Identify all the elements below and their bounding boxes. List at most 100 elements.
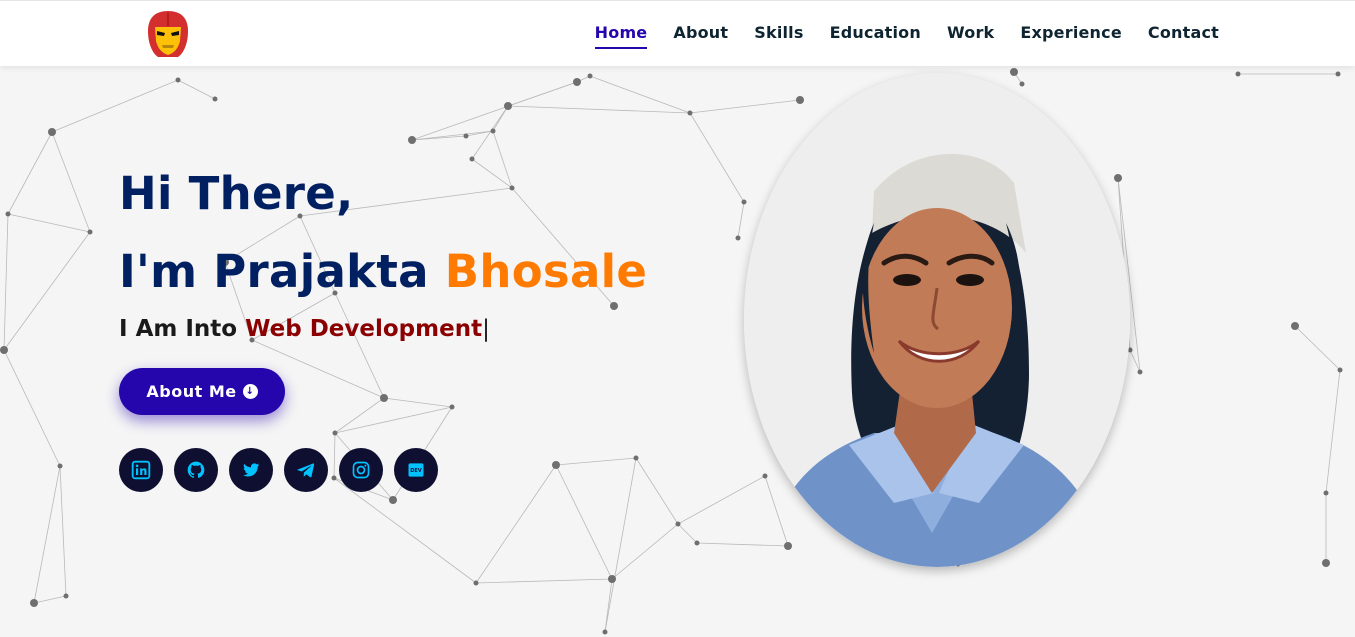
nav-contact[interactable]: Contact <box>1148 23 1219 49</box>
typing-cursor: | <box>482 316 490 342</box>
network-node <box>48 128 56 136</box>
network-line <box>555 464 613 580</box>
navbar: Home About Skills Education Work Experie… <box>0 0 1355 66</box>
network-node <box>796 96 804 104</box>
network-node <box>87 229 93 235</box>
network-node <box>63 593 69 599</box>
network-line <box>7 213 91 233</box>
network-line <box>677 523 698 544</box>
social-links: DEV <box>119 448 438 492</box>
dev-icon[interactable]: DEV <box>394 448 438 492</box>
network-node <box>687 110 693 116</box>
network-line <box>177 79 216 100</box>
network-node <box>602 629 608 635</box>
nav-home[interactable]: Home <box>594 23 648 49</box>
nav-experience[interactable]: Experience <box>1020 23 1122 49</box>
network-line <box>604 457 637 633</box>
network-node <box>332 430 338 436</box>
network-node <box>5 211 11 217</box>
svg-text:DEV: DEV <box>410 468 422 474</box>
network-line <box>33 595 67 604</box>
network-node <box>504 102 512 110</box>
network-node <box>473 580 479 586</box>
network-line <box>1294 325 1341 371</box>
network-node <box>57 463 63 469</box>
nav-about[interactable]: About <box>673 23 728 49</box>
network-node <box>1137 369 1143 375</box>
network-line <box>3 349 61 467</box>
typing-prefix: I Am Into <box>119 316 246 342</box>
network-node <box>389 496 397 504</box>
main-nav: Home About Skills Education Work Experie… <box>569 23 1219 49</box>
network-node <box>30 599 38 607</box>
network-node <box>1322 559 1330 567</box>
network-node <box>1010 68 1018 76</box>
network-line <box>611 523 679 580</box>
profile-photo <box>744 73 1130 567</box>
network-node <box>741 199 747 205</box>
greeting-line-1: Hi There, <box>119 167 354 220</box>
network-node <box>0 346 8 354</box>
nav-work[interactable]: Work <box>947 23 994 49</box>
network-node <box>463 133 469 139</box>
network-node <box>490 128 496 134</box>
network-line <box>7 131 53 215</box>
network-node <box>1019 81 1025 87</box>
network-line <box>507 105 691 114</box>
network-line <box>737 201 745 239</box>
network-line <box>3 213 9 351</box>
network-line <box>589 75 691 114</box>
network-node <box>1235 71 1241 77</box>
linkedin-icon[interactable] <box>119 448 163 492</box>
nav-skills[interactable]: Skills <box>754 23 803 49</box>
iron-man-helmet-icon[interactable] <box>144 9 192 61</box>
network-node <box>449 404 455 410</box>
network-node <box>784 542 792 550</box>
arrow-down-circle-icon: ↓ <box>242 384 258 399</box>
network-node <box>1323 490 1329 496</box>
network-line <box>333 477 477 584</box>
network-node <box>1335 71 1341 77</box>
network-line <box>604 578 613 633</box>
network-line <box>475 464 557 584</box>
network-node <box>735 235 741 241</box>
network-node <box>587 73 593 79</box>
network-line <box>51 79 179 133</box>
hero-heading: Hi There, I'm Prajakta Bhosale <box>119 155 647 311</box>
network-line <box>689 112 745 203</box>
network-node <box>694 540 700 546</box>
twitter-icon[interactable] <box>229 448 273 492</box>
hero-section: Hi There, I'm Prajakta Bhosale I Am Into… <box>119 155 647 345</box>
network-node <box>633 455 639 461</box>
network-line <box>33 465 61 604</box>
typing-text: I Am Into Web Development| <box>119 313 647 345</box>
greeting-name-highlight: Bhosale <box>444 245 648 298</box>
greeting-prefix: I'm Prajakta <box>119 245 445 298</box>
network-node <box>212 96 218 102</box>
network-line <box>383 397 453 408</box>
network-line <box>689 99 801 114</box>
network-node <box>573 78 581 86</box>
github-icon[interactable] <box>174 448 218 492</box>
about-me-label: About Me <box>146 382 237 401</box>
network-line <box>677 475 766 525</box>
network-line <box>3 231 91 351</box>
network-node <box>408 136 416 144</box>
network-node <box>1114 174 1122 182</box>
about-me-button[interactable]: About Me ↓ <box>119 368 285 415</box>
network-node <box>1291 322 1299 330</box>
network-line <box>635 457 679 525</box>
network-node <box>175 77 181 83</box>
network-node <box>608 575 616 583</box>
instagram-icon[interactable] <box>339 448 383 492</box>
network-line <box>764 475 789 547</box>
network-node <box>675 521 681 527</box>
network-line <box>555 457 637 466</box>
network-node <box>380 394 388 402</box>
network-line <box>475 578 613 584</box>
network-node <box>762 473 768 479</box>
telegram-icon[interactable] <box>284 448 328 492</box>
network-node <box>1337 367 1343 373</box>
nav-education[interactable]: Education <box>830 23 921 49</box>
network-line <box>59 465 67 597</box>
